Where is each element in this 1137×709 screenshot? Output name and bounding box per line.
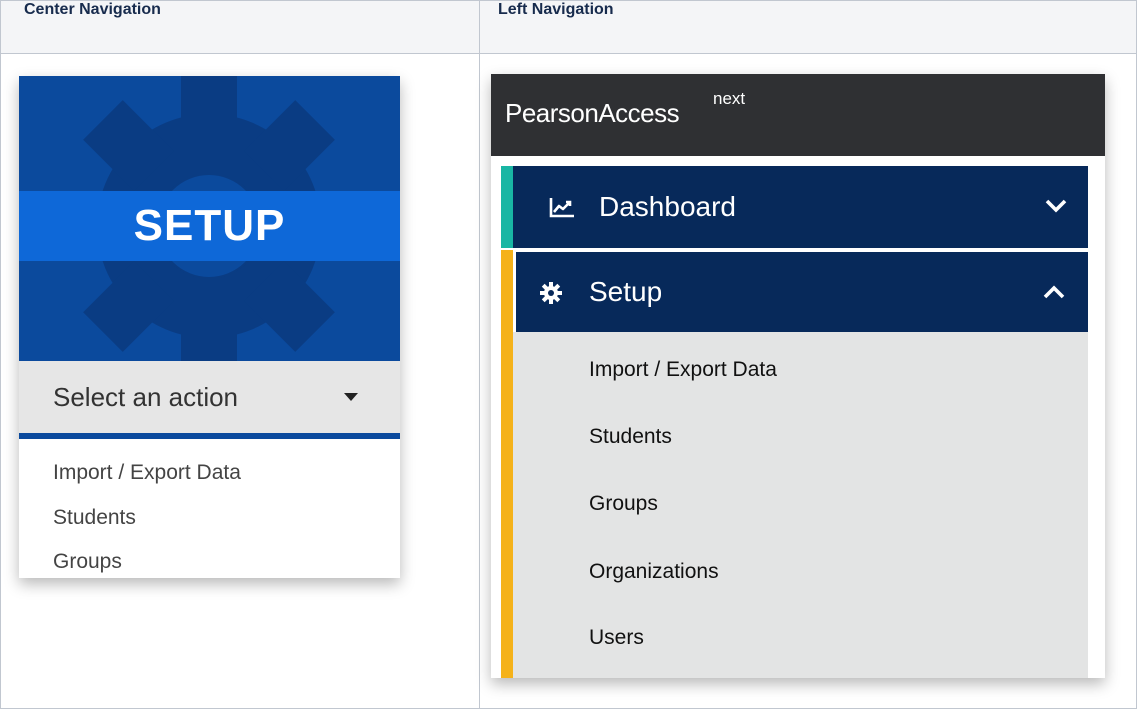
content-row: SETUP Select an action Import / Export D… (0, 53, 1137, 709)
submenu-item-groups[interactable]: Groups (589, 492, 658, 516)
brand-logo-text[interactable]: PearsonAccess (505, 98, 680, 129)
header-text: Left Navigation (498, 1, 614, 18)
nav-item-dashboard[interactable]: Dashboard (501, 166, 1088, 248)
header-text: Center Navigation (24, 1, 161, 18)
setup-submenu: Import / Export Data Students Groups Org… (513, 332, 1088, 678)
submenu-item-import-export[interactable]: Import / Export Data (589, 358, 777, 382)
center-navigation-widget: SETUP Select an action Import / Export D… (19, 76, 400, 578)
column-header-center-navigation: Center Navigation (0, 0, 480, 54)
nav-item-setup-label: Setup (589, 276, 663, 307)
dashboard-accent-bar (501, 166, 513, 248)
action-select-label: Select an action (53, 382, 239, 412)
brand-bar: PearsonAccess next (491, 74, 1105, 156)
nav-item-setup[interactable]: Setup (516, 252, 1088, 332)
chevron-down-icon[interactable] (1044, 198, 1068, 214)
gear-icon (540, 282, 562, 304)
column-header-left-navigation: Left Navigation (479, 0, 1137, 54)
submenu-item-students[interactable]: Students (589, 425, 672, 449)
action-option-students[interactable]: Students (53, 506, 136, 530)
action-option-import-export[interactable]: Import / Export Data (53, 461, 241, 485)
setup-tile-title: SETUP (133, 201, 286, 250)
action-options-list: Import / Export Data Students Groups (19, 439, 400, 578)
left-navigation-widget: PearsonAccess next Dashboard Setup Impor… (491, 74, 1105, 678)
header-row: Center Navigation Left Navigation (0, 0, 1137, 54)
chevron-up-icon[interactable] (1042, 284, 1066, 300)
submenu-item-organizations[interactable]: Organizations (589, 560, 719, 584)
setup-accent-bar (501, 250, 513, 678)
setup-tile[interactable]: SETUP (19, 76, 400, 361)
left-navigation-cell: PearsonAccess next Dashboard Setup Impor… (479, 53, 1137, 709)
navigation-comparison-table: Center Navigation Left Navigation SETUP … (0, 0, 1137, 709)
nav-item-dashboard-label: Dashboard (599, 191, 736, 222)
center-navigation-cell: SETUP Select an action Import / Export D… (0, 53, 480, 709)
submenu-item-users[interactable]: Users (589, 626, 644, 650)
line-chart-icon (549, 198, 574, 218)
action-option-groups[interactable]: Groups (53, 550, 122, 574)
brand-logo-superscript: next (713, 89, 746, 108)
caret-down-icon (344, 393, 358, 401)
action-select-dropdown[interactable]: Select an action (19, 361, 400, 433)
